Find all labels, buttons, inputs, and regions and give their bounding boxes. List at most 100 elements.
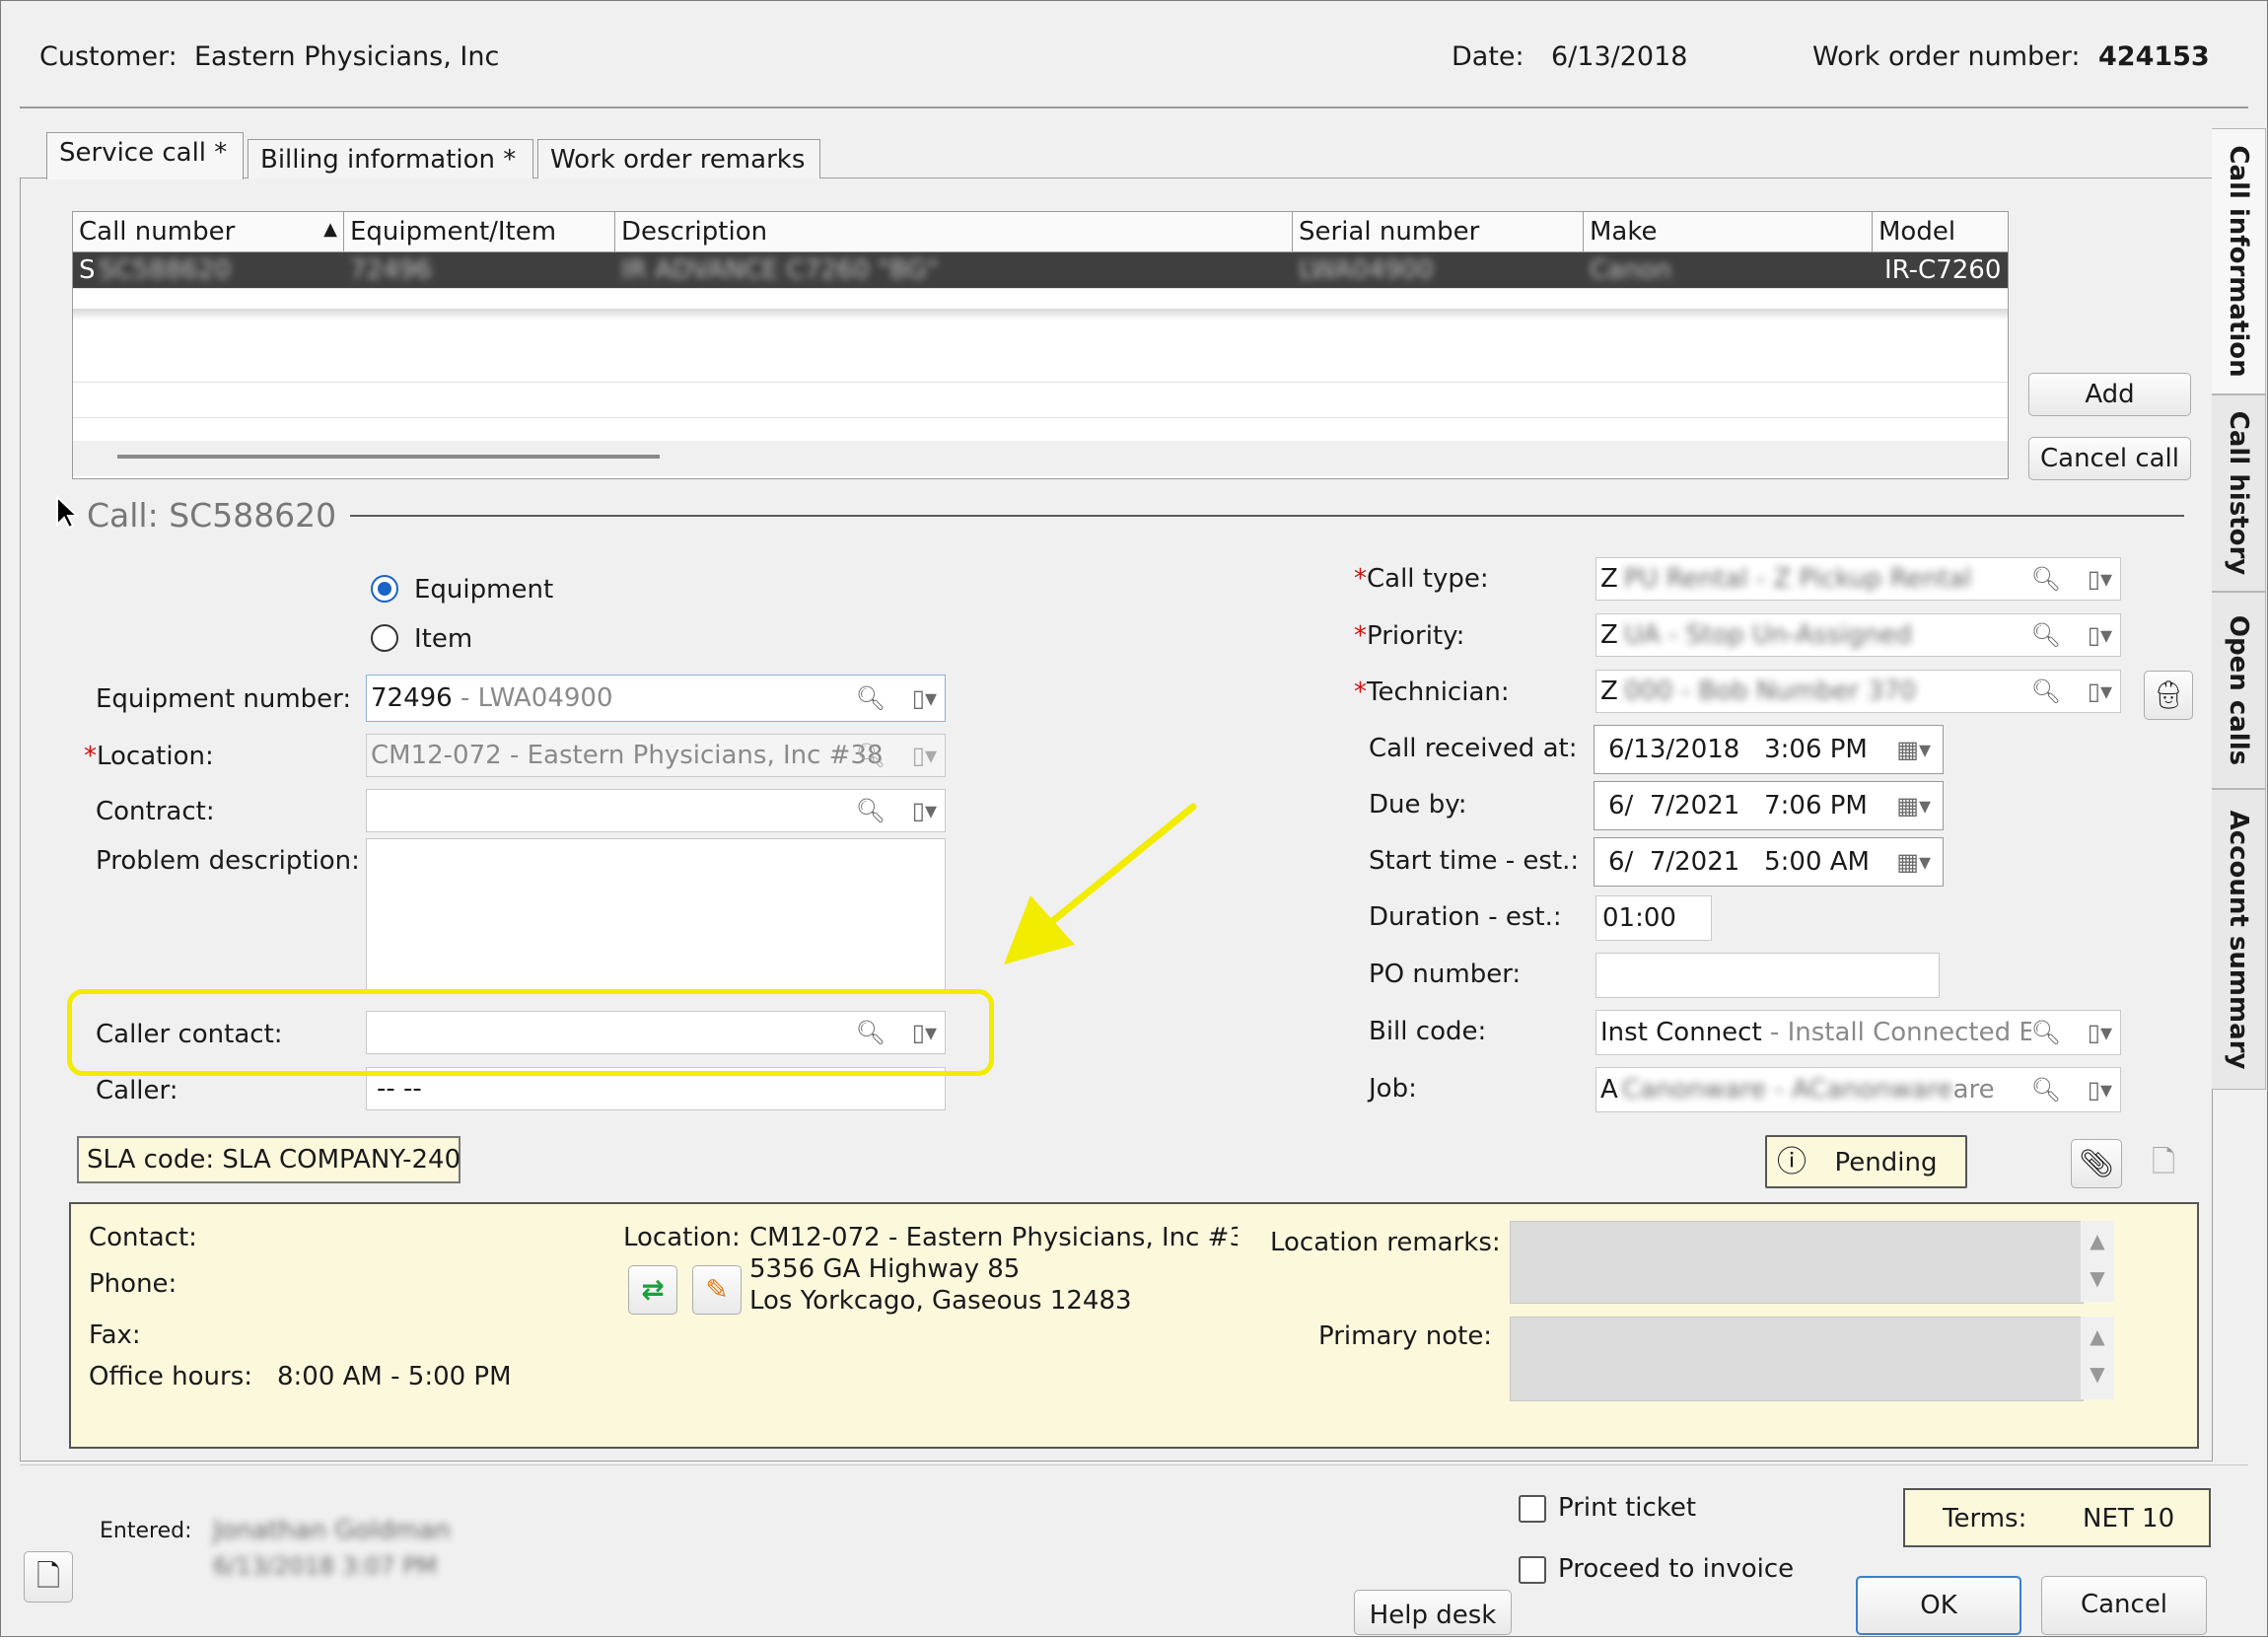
start-time-label: Start time - est.: xyxy=(1369,846,1580,876)
radio-item[interactable] xyxy=(371,624,398,652)
tab-work-order-remarks[interactable]: Work order remarks xyxy=(537,139,820,178)
start-time-field[interactable]: 6/ 7/2021 5:00 AM ▦▾ xyxy=(1594,837,1944,887)
required-marker: * xyxy=(84,742,97,771)
side-tab-label: Call history xyxy=(2224,410,2253,576)
technician-blurred: 000 - Bob Number 370 xyxy=(1623,677,1917,706)
call-received-field[interactable]: 6/13/2018 3:06 PM ▦▾ xyxy=(1594,725,1944,774)
office-hours-value: 8:00 AM - 5:00 PM xyxy=(277,1362,512,1391)
tab-service-call[interactable]: Service call * xyxy=(46,132,244,179)
required-marker: * xyxy=(1354,564,1367,594)
search-icon[interactable]: 🔍︎ xyxy=(2031,1068,2061,1111)
table-row[interactable]: S SC588620 72496 IR ADVANCE C7260 "BG" L… xyxy=(73,252,2008,289)
mouse-cursor-icon xyxy=(56,495,80,530)
dropdown-menu-icon[interactable]: ▯▾ xyxy=(912,797,937,824)
customer-label: Customer: xyxy=(39,41,177,72)
side-tab-label: Account summary xyxy=(2224,810,2253,1069)
priority-field[interactable]: Z UA - Stop Un-Assigned 🔍︎ ▯▾ xyxy=(1595,613,2121,657)
side-tab-account-summary[interactable]: Account summary xyxy=(2212,789,2266,1090)
cell-equipment: 72496 xyxy=(350,255,432,285)
po-number-label: PO number: xyxy=(1369,960,1522,989)
search-icon[interactable]: 🔍︎ xyxy=(856,676,886,721)
info-location-line1: CM12-072 - Eastern Physicians, Inc #382 xyxy=(749,1223,1238,1252)
horizontal-scrollbar[interactable] xyxy=(73,441,2008,476)
location-remarks-label: Location remarks: xyxy=(1270,1228,1501,1257)
change-location-icon[interactable]: ⇄ xyxy=(628,1265,677,1315)
radio-equipment[interactable] xyxy=(371,575,398,603)
scroll-arrows-icon[interactable]: ▲ ▼ xyxy=(2081,1317,2114,1399)
contract-label: Contract: xyxy=(96,797,215,826)
search-icon[interactable]: 🔍︎ xyxy=(2031,614,2061,656)
ok-button[interactable]: OK xyxy=(1856,1576,2021,1635)
cell-model: IR-C7260 xyxy=(1884,255,2002,285)
dropdown-menu-icon[interactable]: ▯▾ xyxy=(2087,1011,2112,1054)
po-number-field[interactable] xyxy=(1595,953,1940,998)
duration-field[interactable]: 01:00 xyxy=(1595,895,1712,941)
bill-code-label: Bill code: xyxy=(1369,1017,1487,1046)
pending-button[interactable]: ⓘ Pending xyxy=(1765,1135,1967,1188)
dropdown-menu-icon[interactable]: ▯▾ xyxy=(2088,1068,2112,1111)
priority-label: *Priority: xyxy=(1354,621,1464,651)
cancel-button[interactable]: Cancel xyxy=(2041,1576,2207,1635)
column-make[interactable]: Make xyxy=(1584,212,1873,251)
edit-pencil-icon[interactable]: ✎ xyxy=(692,1265,742,1315)
add-button[interactable]: Add xyxy=(2028,373,2191,416)
location-field[interactable]: CM12-072 - Eastern Physicians, Inc #38 🔍… xyxy=(366,734,946,777)
search-icon[interactable]: 🔍︎ xyxy=(2031,558,2061,600)
call-type-field[interactable]: Z PU Rental - Z Pickup Rental 🔍︎ ▯▾ xyxy=(1595,557,2121,601)
contact-label: Contact: xyxy=(89,1223,197,1252)
info-location-line3: Los Yorkcago, Gaseous 12483 xyxy=(749,1286,1132,1316)
calendar-icon[interactable]: ▦▾ xyxy=(1896,726,1931,773)
duration-label: Duration - est.: xyxy=(1369,902,1562,932)
header-divider xyxy=(20,107,2248,108)
attachment-icon[interactable]: 📎︎ xyxy=(2071,1139,2122,1188)
calls-grid: Call number ▲ Equipment/Item Description … xyxy=(72,211,2009,479)
search-icon[interactable]: 🔍︎ xyxy=(856,797,886,824)
side-tab-call-information[interactable]: Call information xyxy=(2212,128,2266,394)
notes-icon[interactable]: 🗋︎ xyxy=(24,1551,73,1603)
section-divider xyxy=(350,515,2184,517)
column-model[interactable]: Model xyxy=(1873,212,2008,251)
document-icon[interactable]: 🗋︎ xyxy=(2138,1139,2189,1188)
side-tab-open-calls[interactable]: Open calls xyxy=(2212,592,2266,789)
bill-code-field[interactable]: Inst Connect - Install Connected Eq 🔍︎ ▯… xyxy=(1595,1010,2121,1055)
proceed-to-invoice-checkbox[interactable] xyxy=(1519,1556,1546,1584)
scroll-arrows-icon[interactable]: ▲ ▼ xyxy=(2081,1221,2114,1302)
dropdown-menu-icon[interactable]: ▯▾ xyxy=(2088,558,2112,600)
help-desk-button[interactable]: Help desk xyxy=(1354,1590,1512,1635)
dropdown-menu-icon[interactable]: ▯▾ xyxy=(2088,614,2112,656)
job-field[interactable]: A Canonware - ACanonwareare 🔍︎ ▯▾ xyxy=(1595,1067,2121,1112)
calendar-icon[interactable]: ▦▾ xyxy=(1896,782,1931,829)
print-ticket-checkbox[interactable] xyxy=(1519,1495,1546,1523)
column-equipment-item[interactable]: Equipment/Item xyxy=(344,212,615,251)
assign-technician-icon[interactable]: 👷︎ xyxy=(2144,671,2193,720)
row-blur-shadow xyxy=(73,309,2008,321)
dropdown-menu-icon[interactable]: ▯▾ xyxy=(912,676,937,721)
tab-billing-information[interactable]: Billing information * xyxy=(248,139,533,178)
column-call-number[interactable]: Call number ▲ xyxy=(73,212,344,251)
problem-description-textarea[interactable] xyxy=(366,838,946,991)
column-serial-number[interactable]: Serial number xyxy=(1293,212,1584,251)
technician-field[interactable]: Z 000 - Bob Number 370 🔍︎ ▯▾ xyxy=(1595,670,2121,713)
location-remarks-box[interactable] xyxy=(1510,1221,2084,1304)
equipment-number-field[interactable]: 72496 - LWA04900 🔍︎ ▯▾ xyxy=(366,675,946,722)
equipment-number-label: Equipment number: xyxy=(96,684,352,714)
side-tab-call-history[interactable]: Call history xyxy=(2212,394,2266,592)
scrollbar-thumb[interactable] xyxy=(117,455,660,459)
terms-value: NET 10 xyxy=(2083,1504,2175,1533)
due-by-field[interactable]: 6/ 7/2021 7:06 PM ▦▾ xyxy=(1594,781,1944,830)
calendar-icon[interactable]: ▦▾ xyxy=(1896,838,1931,886)
column-description[interactable]: Description xyxy=(615,212,1293,251)
search-icon[interactable]: 🔍︎ xyxy=(2031,671,2061,712)
search-icon[interactable]: 🔍︎ xyxy=(856,735,886,776)
side-tab-label: Call information xyxy=(2224,145,2253,378)
dropdown-menu-icon[interactable]: ▯▾ xyxy=(912,735,937,776)
primary-note-box[interactable] xyxy=(1510,1317,2084,1401)
contract-field[interactable]: 🔍︎ ▯▾ xyxy=(366,789,946,832)
dropdown-menu-icon[interactable]: ▯▾ xyxy=(2088,671,2112,712)
search-icon[interactable]: 🔍︎ xyxy=(2030,1011,2061,1054)
cancel-call-button[interactable]: Cancel call xyxy=(2028,437,2191,480)
radio-item-label: Item xyxy=(414,624,473,654)
bill-code-desc: - Install Connected Eq xyxy=(1761,1018,2052,1047)
table-row[interactable] xyxy=(73,382,2008,418)
table-row[interactable] xyxy=(73,346,2008,383)
